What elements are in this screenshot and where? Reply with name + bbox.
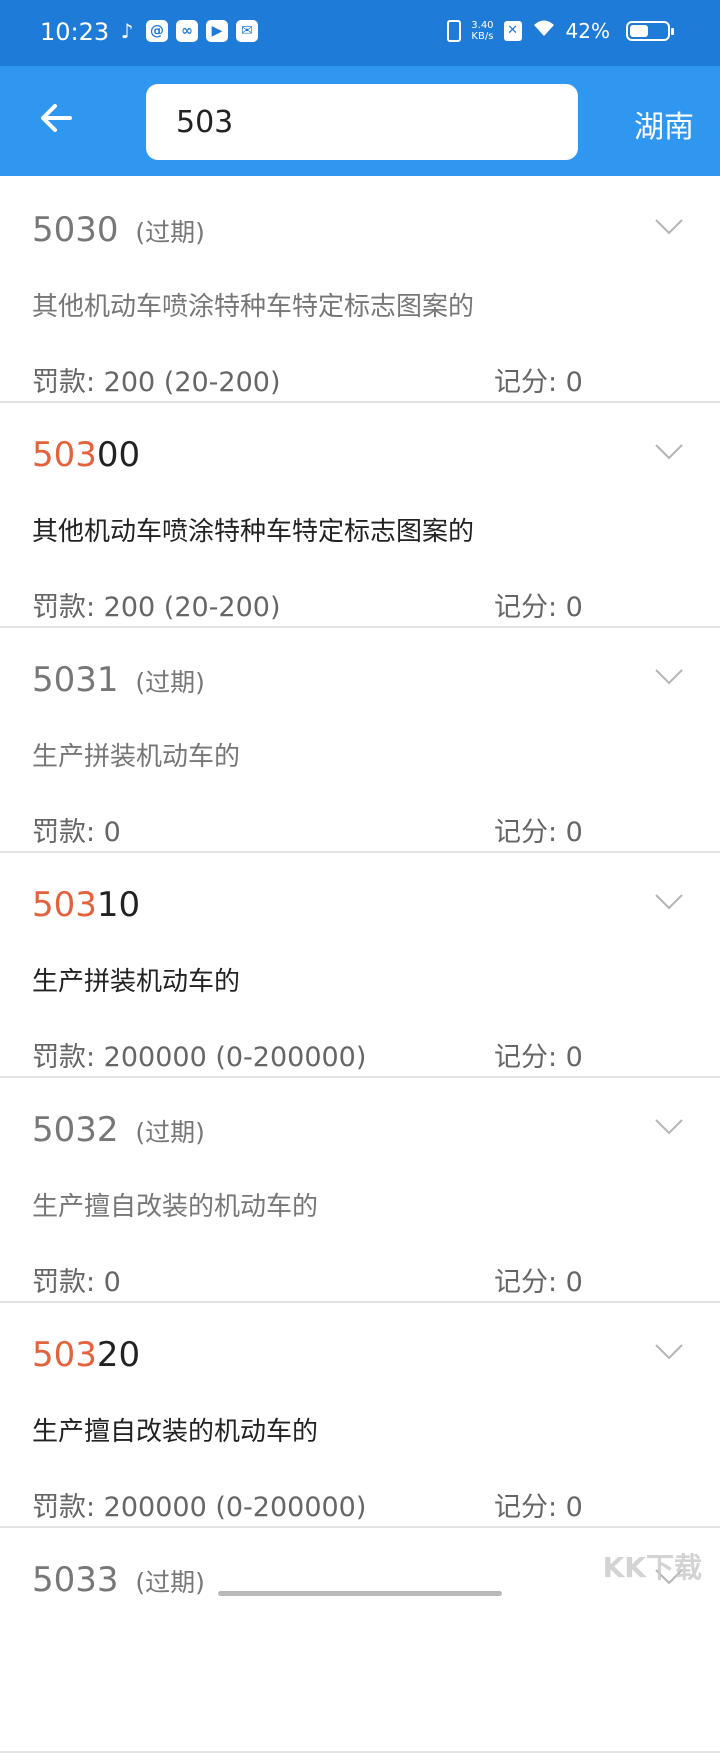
expired-tag: (过期) xyxy=(135,218,205,247)
violation-code: 50310 xyxy=(32,885,140,925)
violation-code: 50320 xyxy=(32,1335,140,1375)
network-speed: 3.40 KB/s xyxy=(471,20,493,42)
battery-percent: 42% xyxy=(565,18,610,43)
list-item[interactable]: 50320 生产擅自改装的机动车的 罚款: 200000 (0-200000) … xyxy=(0,1303,720,1528)
battery-icon xyxy=(626,20,674,41)
code-text: 5031 xyxy=(32,660,119,700)
code-text: 5032 xyxy=(32,1110,119,1150)
penalty-points: 记分: 0 xyxy=(494,592,583,623)
status-time: 10:23 xyxy=(40,18,110,46)
code-highlight: 503 xyxy=(32,885,97,925)
violation-code: 5030 (过期) xyxy=(32,210,205,250)
penalty-points: 记分: 0 xyxy=(494,1042,583,1073)
violation-code: 5032 (过期) xyxy=(32,1110,205,1150)
code-highlight: 503 xyxy=(32,435,97,475)
violation-code: 5033 (过期) xyxy=(32,1560,205,1600)
chevron-down-icon[interactable] xyxy=(654,1343,684,1361)
notification-icons: ♪ @ ∞ ▶ ✉ xyxy=(116,20,258,42)
code-text: 10 xyxy=(96,885,141,925)
chevron-down-icon[interactable] xyxy=(654,218,684,236)
violation-description: 其他机动车喷涂特种车特定标志图案的 xyxy=(32,292,475,322)
watermark: KK下载 xyxy=(602,1551,702,1584)
code-text: 20 xyxy=(96,1335,141,1375)
penalty-points: 记分: 0 xyxy=(494,817,583,848)
video-app-icon: ▶ xyxy=(206,20,228,42)
tiktok-icon: ♪ xyxy=(120,19,134,43)
fine-amount: 罚款: 0 xyxy=(32,817,121,848)
fine-amount: 罚款: 200 (20-200) xyxy=(32,592,281,623)
result-list: 5030 (过期) 其他机动车喷涂特种车特定标志图案的 罚款: 200 (20-… xyxy=(0,178,720,1753)
violation-code: 50300 xyxy=(32,435,140,475)
search-input[interactable] xyxy=(146,84,578,160)
code-text: 5030 xyxy=(32,210,119,250)
region-selector[interactable]: 湖南 xyxy=(634,102,694,146)
chevron-down-icon[interactable] xyxy=(654,893,684,911)
code-highlight: 503 xyxy=(32,1335,97,1375)
violation-description: 生产拼装机动车的 xyxy=(32,967,241,997)
expired-tag: (过期) xyxy=(135,1118,205,1147)
no-sim-icon: ✕ xyxy=(503,20,522,41)
violation-description: 生产拼装机动车的 xyxy=(32,742,241,772)
fine-amount: 罚款: 200000 (0-200000) xyxy=(32,1042,367,1073)
chevron-down-icon[interactable] xyxy=(654,1118,684,1136)
fine-amount: 罚款: 200 (20-200) xyxy=(32,367,281,398)
penalty-points: 记分: 0 xyxy=(494,1267,583,1298)
violation-code: 5031 (过期) xyxy=(32,660,205,700)
violation-description: 生产擅自改装的机动车的 xyxy=(32,1417,319,1447)
chevron-down-icon[interactable] xyxy=(654,443,684,461)
penalty-points: 记分: 0 xyxy=(494,1492,583,1523)
list-item[interactable]: 5031 (过期) 生产拼装机动车的 罚款: 0 记分: 0 xyxy=(0,628,720,853)
expired-tag: (过期) xyxy=(135,1568,205,1597)
back-button[interactable] xyxy=(36,98,76,138)
fine-amount: 罚款: 0 xyxy=(32,1267,121,1298)
penalty-points: 记分: 0 xyxy=(494,367,583,398)
code-text: 00 xyxy=(96,435,141,475)
vibrate-icon xyxy=(447,19,462,42)
mail-app-icon: ✉ xyxy=(236,20,258,42)
weibo-icon: ∞ xyxy=(176,20,198,42)
list-item[interactable]: 5032 (过期) 生产擅自改装的机动车的 罚款: 0 记分: 0 xyxy=(0,1078,720,1303)
expired-tag: (过期) xyxy=(135,668,205,697)
system-status: 3.40 KB/s ✕ 42% xyxy=(447,18,674,43)
violation-description: 其他机动车喷涂特种车特定标志图案的 xyxy=(32,517,475,547)
status-bar: 10:23 ♪ @ ∞ ▶ ✉ 3.40 KB/s ✕ 42% xyxy=(0,0,720,66)
list-item[interactable]: 50310 生产拼装机动车的 罚款: 200000 (0-200000) 记分:… xyxy=(0,853,720,1078)
fine-amount: 罚款: 200000 (0-200000) xyxy=(32,1492,367,1523)
home-indicator[interactable] xyxy=(218,1591,502,1596)
code-text: 5033 xyxy=(32,1560,119,1600)
violation-description: 生产擅自改装的机动车的 xyxy=(32,1192,319,1222)
chevron-down-icon[interactable] xyxy=(654,668,684,686)
network-speed-value: 3.40 xyxy=(471,19,494,31)
wifi-icon xyxy=(532,18,556,43)
network-speed-unit: KB/s xyxy=(471,30,494,42)
list-item[interactable]: 5030 (过期) 其他机动车喷涂特种车特定标志图案的 罚款: 200 (20-… xyxy=(0,178,720,403)
app-header: 湖南 xyxy=(0,66,720,176)
qq-icon: @ xyxy=(146,20,168,42)
arrow-left-icon xyxy=(41,104,72,132)
list-item[interactable]: 50300 其他机动车喷涂特种车特定标志图案的 罚款: 200 (20-200)… xyxy=(0,403,720,628)
